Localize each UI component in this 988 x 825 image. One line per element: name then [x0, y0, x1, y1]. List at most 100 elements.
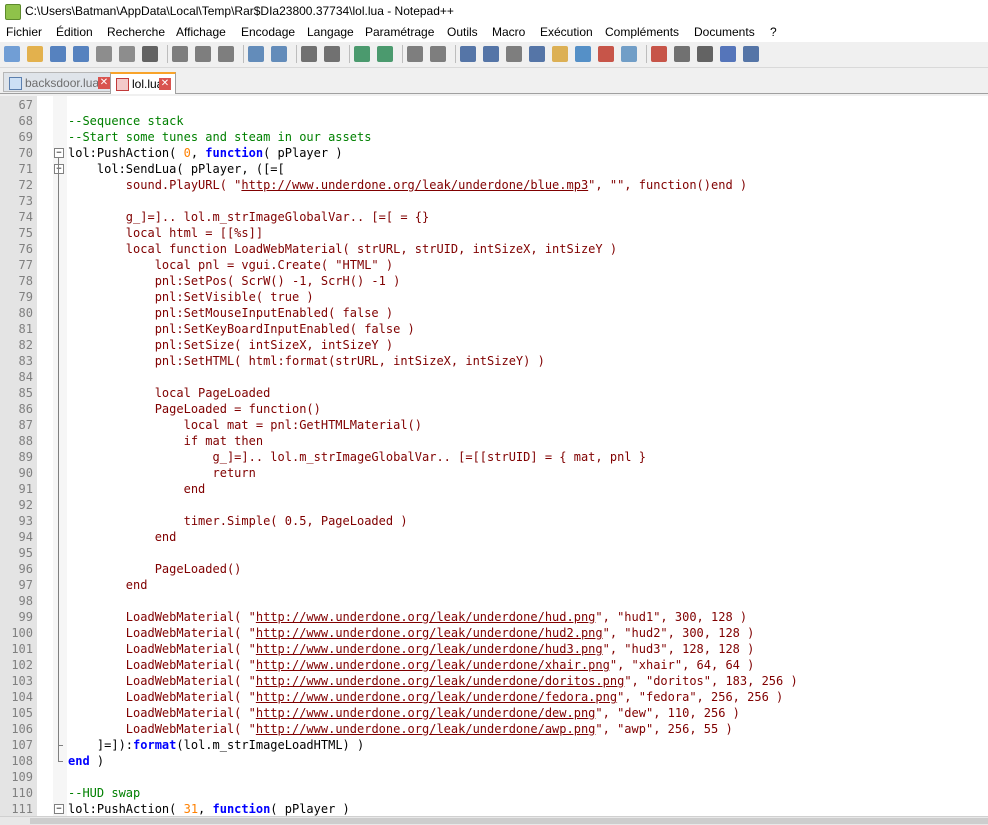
- code-line: LoadWebMaterial( "http://www.underdone.o…: [68, 690, 784, 704]
- tab-backsdoor-lua[interactable]: backsdoor.lua ✕: [3, 72, 115, 92]
- window-title: C:\Users\Batman\AppData\Local\Temp\Rar$D…: [25, 4, 454, 18]
- code-line: local mat = pnl:GetHTMLMaterial(): [68, 418, 423, 432]
- code-line: LoadWebMaterial( "http://www.underdone.o…: [68, 674, 798, 688]
- sync-vertical-icon[interactable]: [407, 46, 423, 62]
- close-tab-icon[interactable]: ✕: [159, 78, 171, 90]
- user-lang-icon[interactable]: [598, 46, 614, 62]
- file-icon: [9, 77, 22, 90]
- line-number: 73: [18, 194, 33, 208]
- line-number: 69: [18, 130, 33, 144]
- undo-icon[interactable]: [248, 46, 264, 62]
- doc-map-icon[interactable]: [575, 46, 591, 62]
- fold-toggle-icon[interactable]: −: [54, 148, 64, 158]
- tab-label: backsdoor.lua: [25, 76, 100, 90]
- menu-parametrage[interactable]: Paramétrage: [365, 25, 434, 39]
- find-icon[interactable]: [301, 46, 317, 62]
- line-number: 95: [18, 546, 33, 560]
- line-number: 77: [18, 258, 33, 272]
- line-number: 89: [18, 450, 33, 464]
- fold-end-tick: [58, 745, 63, 746]
- code-line: pnl:SetKeyBoardInputEnabled( false ): [68, 322, 415, 336]
- menu-execution[interactable]: Exécution: [540, 25, 593, 39]
- menu-fichier[interactable]: Fichier: [6, 25, 42, 39]
- close-tab-icon[interactable]: ✕: [98, 77, 110, 89]
- redo-icon[interactable]: [271, 46, 287, 62]
- menu-complements[interactable]: Compléments: [605, 25, 679, 39]
- menu-recherche[interactable]: Recherche: [107, 25, 165, 39]
- toolbar-separator: [243, 45, 244, 63]
- menu-bar: Fichier Édition Recherche Affichage Enco…: [0, 23, 988, 42]
- line-number: 106: [11, 722, 33, 736]
- zoom-in-icon[interactable]: [354, 46, 370, 62]
- sync-horizontal-icon[interactable]: [430, 46, 446, 62]
- code-line: pnl:SetMouseInputEnabled( false ): [68, 306, 394, 320]
- code-line: sound.PlayURL( "http://www.underdone.org…: [68, 178, 748, 192]
- line-number: 111: [11, 802, 33, 816]
- code-editor[interactable]: 67 68 --Sequence stack 69 --Start some tunes…: [0, 96, 988, 816]
- line-number: 87: [18, 418, 33, 432]
- scrollbar-thumb[interactable]: [30, 818, 988, 824]
- line-number: 96: [18, 562, 33, 576]
- line-number: 110: [11, 786, 33, 800]
- function-list-icon[interactable]: [529, 46, 545, 62]
- monitor-icon[interactable]: [621, 46, 637, 62]
- toolbar-separator: [167, 45, 168, 63]
- tab-lol-lua[interactable]: lol.lua ✕: [110, 72, 176, 94]
- line-number: 86: [18, 402, 33, 416]
- code-line: local PageLoaded: [68, 386, 271, 400]
- menu-edition[interactable]: Édition: [56, 25, 93, 39]
- menu-encodage[interactable]: Encodage: [241, 25, 295, 39]
- code-line: return: [68, 466, 256, 480]
- print-icon[interactable]: [142, 46, 158, 62]
- menu-macro[interactable]: Macro: [492, 25, 525, 39]
- folder-workspace-icon[interactable]: [552, 46, 568, 62]
- line-number: 71: [18, 162, 33, 176]
- code-line: LoadWebMaterial( "http://www.underdone.o…: [68, 642, 755, 656]
- toolbar-separator: [349, 45, 350, 63]
- show-all-chars-icon[interactable]: [483, 46, 499, 62]
- line-number: 90: [18, 466, 33, 480]
- replace-icon[interactable]: [324, 46, 340, 62]
- menu-langage[interactable]: Langage: [307, 25, 354, 39]
- line-number: 102: [11, 658, 33, 672]
- menu-outils[interactable]: Outils: [447, 25, 478, 39]
- save-icon[interactable]: [50, 46, 66, 62]
- code-line: local pnl = vgui.Create( "HTML" ): [68, 258, 394, 272]
- stop-macro-icon[interactable]: [674, 46, 690, 62]
- code-line: g_]=].. lol.m_strImageGlobalVar.. [=[[st…: [68, 450, 646, 464]
- line-number: 99: [18, 610, 33, 624]
- play-macro-icon[interactable]: [697, 46, 713, 62]
- save-all-icon[interactable]: [73, 46, 89, 62]
- word-wrap-icon[interactable]: [460, 46, 476, 62]
- record-macro-icon[interactable]: [651, 46, 667, 62]
- close-all-icon[interactable]: [119, 46, 135, 62]
- toolbar-separator: [455, 45, 456, 63]
- line-number: 74: [18, 210, 33, 224]
- copy-icon[interactable]: [195, 46, 211, 62]
- code-line: pnl:SetSize( intSizeX, intSizeY ): [68, 338, 394, 352]
- menu-documents[interactable]: Documents: [694, 25, 755, 39]
- close-icon[interactable]: [96, 46, 112, 62]
- line-number: 72: [18, 178, 33, 192]
- zoom-out-icon[interactable]: [377, 46, 393, 62]
- line-number: 70: [18, 146, 33, 160]
- paste-icon[interactable]: [218, 46, 234, 62]
- new-file-icon[interactable]: [4, 46, 20, 62]
- code-line: --Sequence stack: [68, 114, 184, 128]
- line-number: 93: [18, 514, 33, 528]
- menu-help[interactable]: ?: [770, 25, 777, 39]
- fold-toggle-icon[interactable]: −: [54, 804, 64, 814]
- menu-affichage[interactable]: Affichage: [176, 25, 226, 39]
- code-line: g_]=].. lol.m_strImageGlobalVar.. [=[ = …: [68, 210, 430, 224]
- indent-guide-icon[interactable]: [506, 46, 522, 62]
- toolbar-separator: [402, 45, 403, 63]
- save-macro-icon[interactable]: [743, 46, 759, 62]
- line-number: 81: [18, 322, 33, 336]
- open-file-icon[interactable]: [27, 46, 43, 62]
- line-number: 78: [18, 274, 33, 288]
- line-number: 67: [18, 98, 33, 112]
- code-line: --Start some tunes and steam in our asse…: [68, 130, 372, 144]
- fold-toggle-icon[interactable]: −: [54, 164, 64, 174]
- run-macro-multiple-icon[interactable]: [720, 46, 736, 62]
- cut-icon[interactable]: [172, 46, 188, 62]
